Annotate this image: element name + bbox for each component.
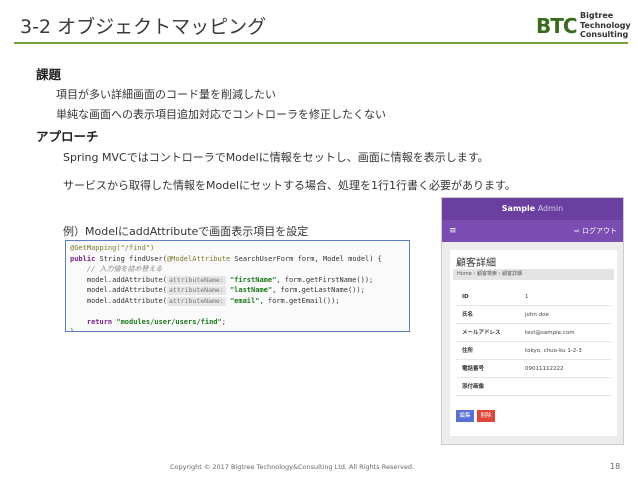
approach-line-1: Spring MVCではコントローラでModelに情報をセットし、画面に情報を表…	[63, 151, 489, 164]
slide-title: 3-2 オブジェクトマッピング	[20, 16, 267, 38]
code-comment: // 入力値を詰め替える	[70, 265, 163, 273]
menu-icon[interactable]: ≡	[449, 220, 457, 242]
approach-heading: アプローチ	[36, 129, 99, 144]
mock-page-heading: 顧客詳細	[456, 258, 496, 269]
logo-mark: BTC	[536, 14, 578, 38]
approach-line-2: サービスから取得した情報をModelにセットする場合、処理を1行1行書く必要があ…	[63, 179, 516, 192]
mock-nav-bar: ≡ ⇨ ログアウト	[442, 220, 623, 242]
table-row: 添付画像	[456, 378, 611, 396]
code-sample: @GetMapping("/find") public String findU…	[65, 240, 410, 332]
delete-button[interactable]: 削除	[477, 410, 495, 422]
company-logo: BTC Bigtree Technology Consulting	[536, 11, 632, 41]
table-row: メールアドレス test@sample.com	[456, 324, 611, 342]
page-number: 18	[610, 462, 621, 471]
issue-line-1: 項目が多い詳細画面のコード量を削減したい	[56, 88, 276, 101]
logo-line-3: Consulting	[580, 30, 629, 39]
title-divider	[14, 42, 628, 44]
admin-screenshot: Sample Admin ≡ ⇨ ログアウト 顧客詳細 Home › 顧客検索 …	[441, 197, 624, 445]
code-line-1: @GetMapping("/find")	[70, 244, 155, 252]
logo-text: Bigtree Technology Consulting	[580, 11, 631, 40]
table-row: 住所 tokyo, chuo-ku 1-2-3	[456, 342, 611, 360]
mock-brand-bold: Sample	[501, 204, 536, 213]
issue-line-2: 単純な画面への表示項目追加対応でコントローラを修正したくない	[56, 108, 386, 121]
param-hint: attributeName:	[166, 275, 226, 285]
breadcrumb: Home › 顧客検索 › 顧客詳細	[453, 269, 614, 280]
code-close-brace: }	[70, 328, 75, 332]
table-row: ID 1	[456, 288, 611, 306]
table-row: 電話番号 09011112222	[456, 360, 611, 378]
mock-detail-panel: 顧客詳細 Home › 顧客検索 › 顧客詳細 ID 1 氏名 john doe メ…	[450, 250, 617, 436]
logout-link[interactable]: ⇨ ログアウト	[574, 220, 617, 242]
param-hint: attributeName:	[166, 286, 226, 295]
logo-line-2: Technology	[580, 20, 631, 30]
logo-line-1: Bigtree	[580, 11, 614, 20]
copyright-footer: Copyright © 2017 Bigtree Technology&Cons…	[170, 463, 415, 471]
detail-table: ID 1 氏名 john doe メールアドレス test@sample.com 住所…	[456, 288, 611, 396]
table-row: 氏名 john doe	[456, 306, 611, 324]
issue-heading: 課題	[36, 67, 62, 82]
mock-brand-light: Admin	[535, 204, 564, 213]
mock-brand-bar: Sample Admin	[442, 198, 623, 220]
edit-button[interactable]: 編集	[456, 410, 474, 422]
example-caption: 例）ModelにaddAttributeで画面表示項目を設定	[63, 225, 309, 238]
param-hint: attributeName:	[166, 296, 226, 306]
